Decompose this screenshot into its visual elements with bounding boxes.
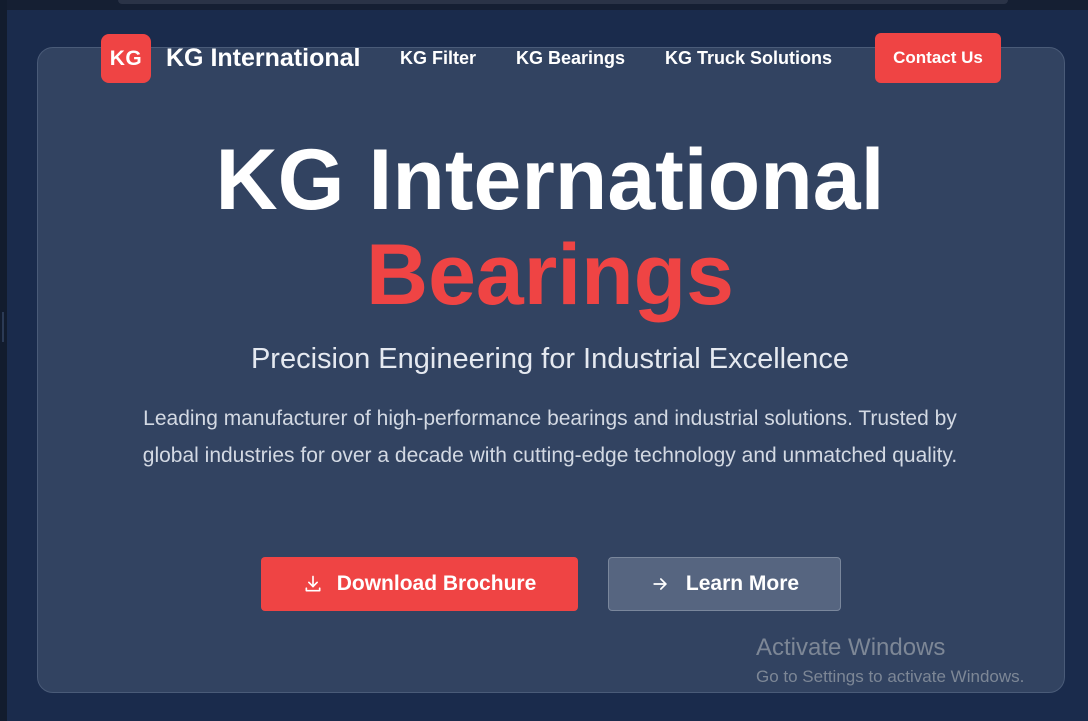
arrow-right-icon bbox=[650, 574, 670, 594]
contact-us-button[interactable]: Contact Us bbox=[875, 33, 1001, 83]
nav-link-kg-truck-solutions[interactable]: KG Truck Solutions bbox=[665, 48, 832, 69]
download-brochure-button[interactable]: Download Brochure bbox=[261, 557, 578, 611]
windows-activation-title: Activate Windows bbox=[756, 634, 946, 661]
nav-link-kg-bearings[interactable]: KG Bearings bbox=[516, 48, 625, 69]
windows-activation-subtitle: Go to Settings to activate Windows. bbox=[756, 667, 1025, 686]
download-brochure-label: Download Brochure bbox=[336, 572, 537, 595]
address-bar-edge bbox=[118, 0, 1008, 4]
download-icon bbox=[303, 574, 323, 594]
learn-more-label: Learn More bbox=[685, 572, 800, 595]
nav-link-kg-filter[interactable]: KG Filter bbox=[400, 48, 476, 69]
hero-title-line2: Bearings bbox=[365, 227, 735, 323]
logo-text[interactable]: KG International bbox=[166, 44, 360, 73]
hero-description: Leading manufacturer of high-performance… bbox=[142, 407, 958, 467]
hero-title-line1: KG International bbox=[215, 132, 885, 228]
logo-badge[interactable]: KG bbox=[101, 34, 151, 83]
learn-more-button[interactable]: Learn More bbox=[608, 557, 841, 611]
hero-subtitle: Precision Engineering for Industrial Exc… bbox=[250, 343, 850, 375]
browser-top-strip bbox=[0, 0, 1088, 10]
